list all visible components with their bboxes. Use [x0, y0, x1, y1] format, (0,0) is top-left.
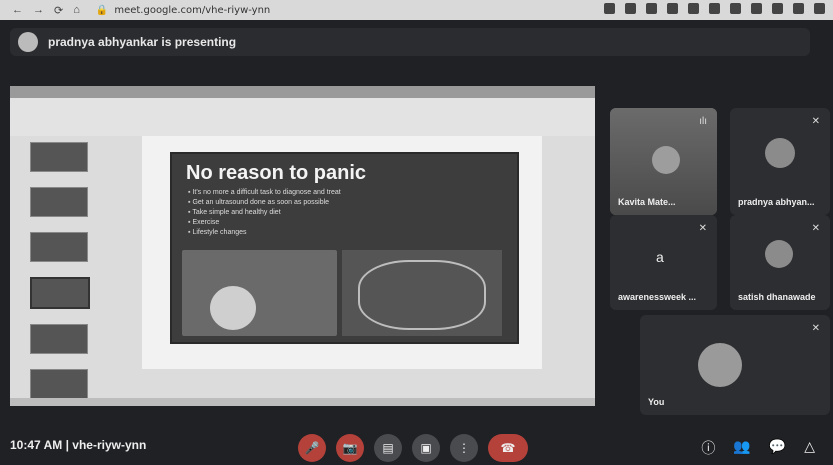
slide-image-right — [342, 250, 502, 336]
slide-thumbnail — [30, 232, 88, 262]
meeting-code: vhe-riyw-ynn — [72, 438, 147, 452]
slide-thumbnails — [16, 142, 90, 414]
browser-nav: ← → ⟳ ⌂ — [12, 4, 80, 17]
slide-bullet: Exercise — [188, 218, 341, 228]
activities-icon[interactable]: △ — [804, 438, 815, 458]
mic-off-icon: ✕ — [811, 323, 820, 334]
participant-initial: a — [656, 249, 664, 265]
slide-bullet: Lifestyle changes — [188, 228, 341, 238]
extension-icon[interactable] — [688, 3, 699, 14]
lock-icon: 🔒 — [95, 4, 109, 16]
mic-toggle-button[interactable]: 🎤 — [298, 434, 326, 462]
bottom-bar: 10:47 AM | vhe-riyw-ynn 🎤 📷 ▤ ▣ ⋮ ☎ ⓘ 👥 … — [0, 430, 833, 465]
extension-icon[interactable] — [667, 3, 678, 14]
participant-tile[interactable]: ✕ satish dhanawade — [730, 215, 830, 310]
browser-toolbar: ← → ⟳ ⌂ 🔒 meet.google.com/vhe-riyw-ynn — [0, 0, 833, 20]
address-bar[interactable]: 🔒 meet.google.com/vhe-riyw-ynn — [96, 5, 270, 16]
slide-thumbnail — [30, 324, 88, 354]
presenter-avatar — [18, 32, 38, 52]
slide-thumbnail — [30, 369, 88, 399]
ppt-ribbon — [10, 98, 595, 137]
back-icon[interactable]: ← — [12, 4, 23, 17]
star-icon[interactable] — [625, 3, 636, 14]
leave-call-button[interactable]: ☎ — [488, 434, 528, 462]
presenting-banner: pradnya abhyankar is presenting — [10, 28, 810, 56]
participant-name: satish dhanawade — [738, 292, 816, 302]
camera-icon[interactable] — [604, 3, 615, 14]
call-controls: 🎤 📷 ▤ ▣ ⋮ ☎ — [298, 434, 528, 462]
mic-off-icon: ✕ — [811, 116, 820, 127]
captions-button[interactable]: ▤ — [374, 434, 402, 462]
slide: No reason to panic It's no more a diffic… — [170, 152, 519, 344]
image-blob — [210, 286, 256, 330]
participant-face — [652, 146, 680, 174]
present-button[interactable]: ▣ — [412, 434, 440, 462]
self-name: You — [648, 397, 665, 407]
slide-thumbnail — [30, 142, 88, 172]
slide-title: No reason to panic — [186, 162, 367, 184]
self-tile[interactable]: ✕ You — [640, 315, 830, 415]
participant-avatar — [765, 138, 795, 168]
self-avatar — [698, 343, 742, 387]
participant-name: pradnya abhyan... — [738, 197, 815, 207]
slide-bullets: It's no more a difficult task to diagnos… — [188, 188, 341, 238]
ppt-statusbar — [10, 398, 595, 406]
participant-name: awarenessweek ... — [618, 292, 697, 302]
side-controls: ⓘ 👥 💬 △ — [701, 438, 815, 458]
more-icon[interactable] — [814, 3, 825, 14]
slide-bullet: Take simple and healthy diet — [188, 208, 341, 218]
puzzle-icon[interactable] — [772, 3, 783, 14]
reload-icon[interactable]: ⟳ — [54, 4, 63, 17]
mic-off-icon: ✕ — [698, 223, 707, 234]
clock-time: 10:47 AM — [10, 438, 63, 452]
participant-tile[interactable]: ✕ pradnya abhyan... — [730, 108, 830, 215]
camera-toggle-button[interactable]: 📷 — [336, 434, 364, 462]
extension-icon[interactable] — [730, 3, 741, 14]
slide-image-left — [182, 250, 337, 336]
extension-icon[interactable] — [709, 3, 720, 14]
screen-share: No reason to panic It's no more a diffic… — [10, 86, 595, 406]
slide-bullet: It's no more a difficult task to diagnos… — [188, 188, 340, 198]
info-icon[interactable]: ⓘ — [701, 438, 715, 458]
extension-icons — [604, 3, 825, 14]
audio-level-icon: ılı — [699, 116, 707, 127]
separator: | — [65, 438, 69, 452]
extension-icon[interactable] — [751, 3, 762, 14]
more-options-button[interactable]: ⋮ — [450, 434, 478, 462]
extension-icon[interactable] — [646, 3, 657, 14]
slide-bullet: Get an ultrasound done as soon as possib… — [188, 198, 341, 208]
ppt-titlebar — [10, 86, 595, 98]
meeting-info: 10:47 AM | vhe-riyw-ynn — [10, 438, 146, 452]
participant-tile[interactable]: ılı Kavita Mate... — [610, 108, 717, 215]
forward-icon[interactable]: → — [33, 4, 44, 17]
slide-thumbnail-active — [30, 277, 90, 309]
mic-off-icon: ✕ — [811, 223, 820, 234]
slide-canvas: No reason to panic It's no more a diffic… — [142, 136, 542, 369]
image-structure — [358, 260, 486, 330]
people-icon[interactable]: 👥 — [733, 438, 750, 458]
url-text: meet.google.com/vhe-riyw-ynn — [114, 4, 271, 16]
slide-thumbnail — [30, 187, 88, 217]
participant-tile[interactable]: ✕ a awarenessweek ... — [610, 215, 717, 310]
home-icon[interactable]: ⌂ — [73, 4, 80, 17]
chat-icon[interactable]: 💬 — [769, 438, 786, 458]
participant-avatar — [765, 240, 793, 268]
ppt-workspace: No reason to panic It's no more a diffic… — [10, 136, 595, 399]
participant-name: Kavita Mate... — [618, 197, 676, 207]
presenting-text: pradnya abhyankar is presenting — [48, 35, 237, 49]
meet-window: pradnya abhyankar is presenting No reaso… — [0, 20, 833, 465]
profile-avatar[interactable] — [793, 3, 804, 14]
